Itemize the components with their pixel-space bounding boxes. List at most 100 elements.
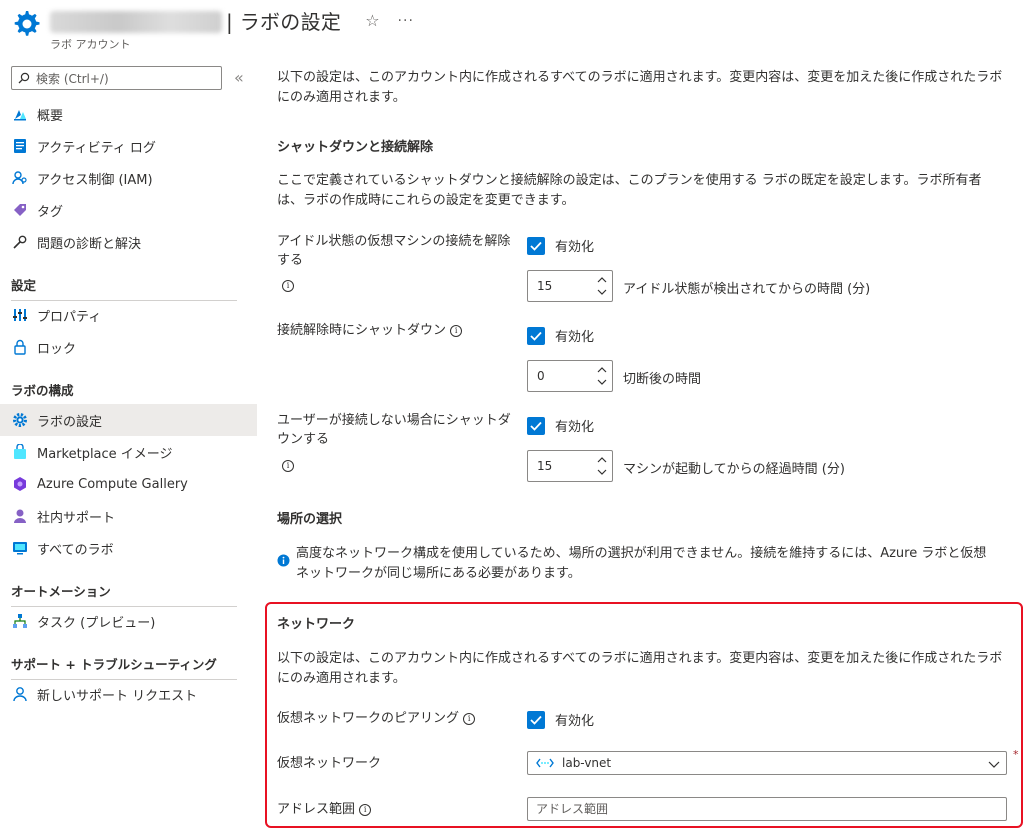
- info-icon[interactable]: i: [450, 324, 463, 337]
- sidebar-item-label: 新しいサポート リクエスト: [37, 688, 198, 704]
- marketplace-icon: [11, 443, 29, 461]
- idle-disconnect-label: アイドル状態の仮想マシンの接続を解除 する: [277, 232, 517, 270]
- section-automation-header: オートメーション: [11, 581, 237, 607]
- sidebar-item-compute-gallery[interactable]: Azure Compute Gallery: [0, 468, 257, 500]
- wrench-icon: [11, 233, 29, 251]
- sidebar-item-label: ラボの設定: [37, 414, 103, 430]
- tasks-icon: [11, 612, 29, 630]
- sidebar-item-label: Azure Compute Gallery: [37, 476, 188, 492]
- chevron-up-icon[interactable]: [596, 365, 608, 375]
- star-icon[interactable]: ☆: [365, 11, 379, 30]
- location-section-title: 場所の選択: [277, 512, 343, 527]
- sidebar-item-label: プロパティ: [37, 309, 102, 325]
- shutdown-description-line: は、ラボの作成時にこれらの設定を変更できます。: [277, 193, 575, 208]
- checkmark-icon: [527, 326, 545, 345]
- chevron-down-icon[interactable]: [596, 467, 608, 477]
- sidebar-item-label: 問題の診断と解決: [37, 236, 142, 252]
- redacted-account-name: [50, 10, 222, 33]
- shutdown-no-connect-checkbox-label: 有効化: [555, 420, 595, 435]
- gallery-icon: [11, 475, 29, 493]
- section-settings-header: 設定: [11, 275, 237, 301]
- sidebar-item-tasks[interactable]: タスク (プレビュー): [0, 605, 257, 637]
- page-title: | ラボの設定: [226, 10, 342, 34]
- support-request-icon: [11, 685, 29, 703]
- info-icon[interactable]: i: [282, 460, 294, 472]
- sidebar: 検索 (Ctrl+/) « 概要 アクティビティ ログ アクセス制御 (IAM)…: [0, 56, 258, 831]
- location-notice-line: 高度なネットワーク構成を使用しているため、場所の選択が利用できません。接続を維持…: [296, 546, 987, 561]
- chevron-down-icon[interactable]: [596, 377, 608, 387]
- shutdown-on-disconnect-label: 接続解除時にシャットダウン i: [277, 321, 517, 340]
- disconnect-minutes-value: 0: [537, 369, 545, 383]
- gear-icon: [11, 411, 29, 429]
- sidebar-item-label: アクセス制御 (IAM): [37, 172, 153, 188]
- idle-minutes-description: アイドル状態が検出されてからの時間 (分): [623, 282, 871, 297]
- sidebar-item-properties[interactable]: プロパティ: [0, 299, 257, 331]
- support-person-icon: [11, 507, 29, 525]
- sidebar-item-diagnose[interactable]: 問題の診断と解決: [0, 226, 257, 258]
- shutdown-no-connect-checkbox[interactable]: 有効化: [527, 416, 594, 435]
- more-icon[interactable]: ···: [398, 13, 414, 29]
- chevron-down-icon[interactable]: [596, 287, 608, 297]
- shutdown-description: ここで定義されているシャットダウンと接続解除の設定は、このプランを使用する ラボ…: [277, 171, 1007, 211]
- disconnect-minutes-stepper[interactable]: 0: [527, 360, 613, 392]
- info-filled-icon: [277, 554, 290, 567]
- chevron-up-icon[interactable]: [596, 455, 608, 465]
- gear-icon: [14, 11, 40, 36]
- idle-disconnect-label-line: する: [277, 253, 304, 268]
- sidebar-item-label: タグ: [37, 204, 64, 220]
- intro-text-line: 以下の設定は、このアカウント内に作成されるすべてのラボに適用されます。変更内容は…: [277, 70, 1003, 85]
- shutdown-no-connect-label-line: ユーザーが接続しない場合にシャットダ: [277, 413, 511, 428]
- sidebar-item-label: 社内サポート: [37, 510, 116, 526]
- shutdown-description-line: ここで定義されているシャットダウンと接続解除の設定は、このプランを使用する ラボ…: [277, 173, 982, 188]
- sidebar-item-lab-settings[interactable]: ラボの設定: [0, 404, 257, 436]
- properties-icon: [11, 306, 29, 324]
- search-input[interactable]: 検索 (Ctrl+/): [11, 66, 222, 90]
- disconnect-minutes-description: 切断後の時間: [623, 372, 702, 387]
- checkmark-icon: [527, 236, 545, 255]
- sidebar-item-label: タスク (プレビュー): [37, 615, 156, 631]
- sidebar-item-new-support-request[interactable]: 新しいサポート リクエスト: [0, 678, 257, 710]
- sidebar-item-marketplace[interactable]: Marketplace イメージ: [0, 436, 257, 468]
- lock-icon: [11, 338, 29, 356]
- sidebar-item-activity-log[interactable]: アクティビティ ログ: [0, 130, 257, 162]
- shutdown-on-disconnect-checkbox-label: 有効化: [555, 330, 595, 345]
- shutdown-no-connect-label-line: ウンする: [277, 432, 330, 447]
- idle-minutes-value: 15: [537, 279, 553, 293]
- idle-disconnect-checkbox[interactable]: 有効化: [527, 236, 594, 255]
- section-lab-config-header: ラボの構成: [11, 380, 237, 406]
- sidebar-item-tags[interactable]: タグ: [0, 194, 257, 226]
- collapse-sidebar-button[interactable]: «: [234, 68, 244, 87]
- shutdown-on-disconnect-label-text: 接続解除時にシャットダウン: [277, 323, 447, 338]
- intro-text-line: にのみ適用されます。: [277, 90, 406, 105]
- sidebar-item-locks[interactable]: ロック: [0, 331, 257, 363]
- sidebar-item-overview[interactable]: 概要: [0, 98, 257, 130]
- intro-text: 以下の設定は、このアカウント内に作成されるすべてのラボに適用されます。変更内容は…: [277, 68, 1007, 108]
- labs-icon: [11, 539, 29, 557]
- sidebar-item-internal-support[interactable]: 社内サポート: [0, 500, 257, 532]
- no-connect-minutes-value: 15: [537, 459, 553, 473]
- sidebar-item-label: ロック: [37, 341, 77, 357]
- iam-icon: [11, 169, 29, 187]
- location-notice-text: 高度なネットワーク構成を使用しているため、場所の選択が利用できません。接続を維持…: [296, 544, 986, 584]
- location-notice: 高度なネットワーク構成を使用しているため、場所の選択が利用できません。接続を維持…: [277, 544, 1007, 584]
- sidebar-item-label: アクティビティ ログ: [37, 140, 156, 156]
- page-header: | ラボの設定 ☆ ··· ラボ アカウント: [0, 0, 1029, 56]
- section-support-header: サポート + トラブルシューティング: [11, 654, 237, 680]
- search-icon: [18, 72, 30, 84]
- info-icon[interactable]: i: [282, 280, 294, 292]
- sidebar-item-label: すべてのラボ: [37, 542, 114, 558]
- network-highlight-box: [265, 602, 1023, 828]
- idle-disconnect-label-line: アイドル状態の仮想マシンの接続を解除: [277, 234, 511, 249]
- tag-icon: [11, 201, 29, 219]
- sidebar-item-iam[interactable]: アクセス制御 (IAM): [0, 162, 257, 194]
- idle-minutes-stepper[interactable]: 15: [527, 270, 613, 302]
- sidebar-item-label: 概要: [37, 108, 64, 124]
- sidebar-item-all-labs[interactable]: すべてのラボ: [0, 532, 257, 564]
- quickstart-icon: [11, 105, 29, 123]
- no-connect-minutes-stepper[interactable]: 15: [527, 450, 613, 482]
- activity-log-icon: [11, 137, 29, 155]
- shutdown-on-disconnect-checkbox[interactable]: 有効化: [527, 326, 594, 345]
- page-subtitle: ラボ アカウント: [50, 38, 131, 51]
- chevron-up-icon[interactable]: [596, 275, 608, 285]
- no-connect-minutes-description: マシンが起動してからの経過時間 (分): [623, 462, 845, 477]
